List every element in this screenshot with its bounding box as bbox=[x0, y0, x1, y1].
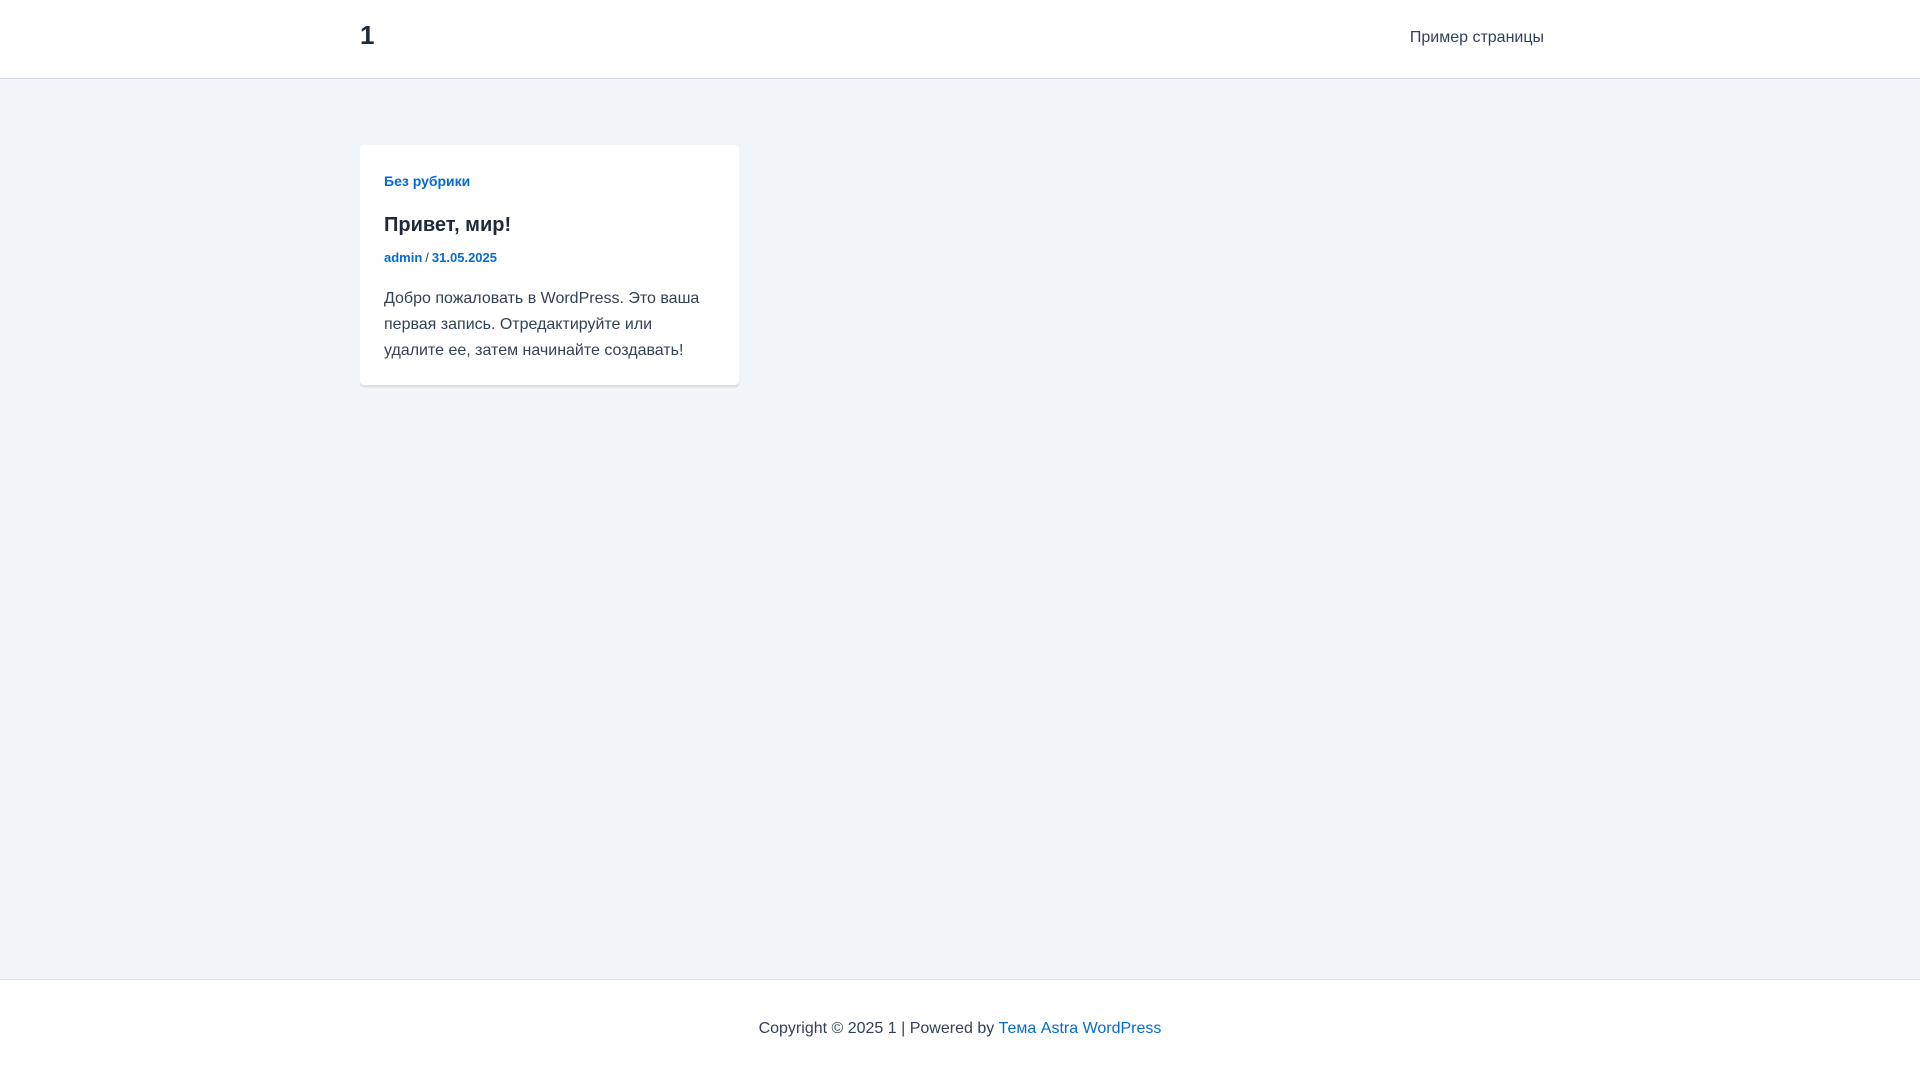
nav-item-sample-page[interactable]: Пример страницы bbox=[1410, 30, 1544, 46]
footer-copyright: Copyright © 2025 1 | Powered by bbox=[758, 1020, 999, 1037]
post-category-link[interactable]: Без рубрики bbox=[384, 174, 470, 188]
meta-separator: / bbox=[425, 250, 429, 265]
footer-theme-link[interactable]: Тема Astra WordPress bbox=[999, 1020, 1162, 1037]
site-footer: Copyright © 2025 1 | Powered by Тема Ast… bbox=[0, 979, 1920, 1080]
site-title-link[interactable]: 1 bbox=[360, 22, 374, 48]
post-meta: admin/31.05.2025 bbox=[384, 251, 715, 264]
main-content: Без рубрики Привет, мир! admin/31.05.202… bbox=[0, 79, 1920, 979]
page: 1 Пример страницы Без рубрики Привет, ми… bbox=[0, 0, 1920, 1080]
post-title-link[interactable]: Привет, мир! bbox=[384, 214, 511, 236]
site-header: 1 Пример страницы bbox=[0, 0, 1920, 79]
post-excerpt: Добро пожаловать в WordPress. Это ваша п… bbox=[384, 290, 700, 359]
post-date-link[interactable]: 31.05.2025 bbox=[432, 250, 497, 265]
post-author-link[interactable]: admin bbox=[384, 250, 422, 265]
post-card: Без рубрики Привет, мир! admin/31.05.202… bbox=[360, 145, 739, 385]
post-title: Привет, мир! bbox=[384, 213, 715, 237]
